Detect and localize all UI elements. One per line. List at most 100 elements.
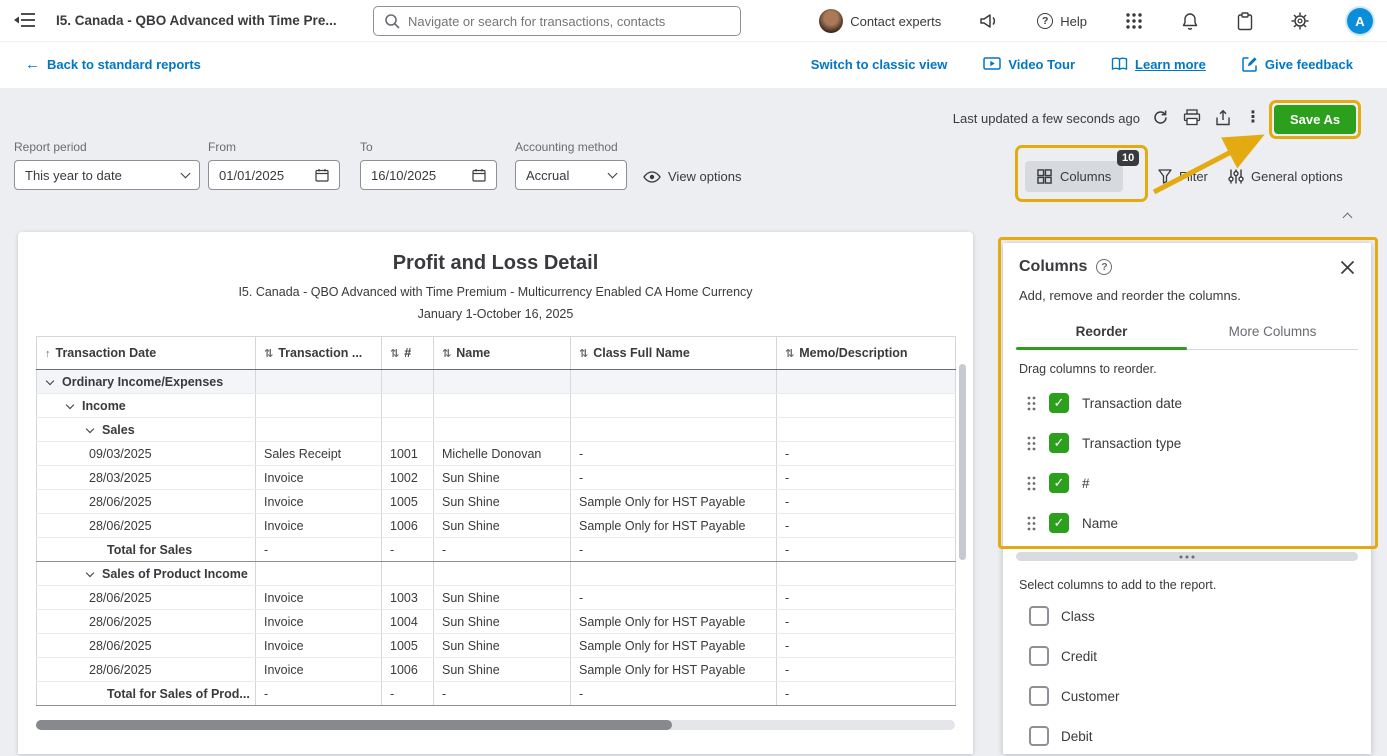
cell[interactable]: 28/06/2025 [37,658,256,682]
column-checkbox[interactable]: ✓ [1049,393,1069,413]
drag-handle-icon[interactable] [1027,396,1036,411]
accounting-method-label: Accounting method [515,140,627,154]
cell[interactable]: 28/06/2025 [37,586,256,610]
cell[interactable]: 28/06/2025 [37,610,256,634]
group-label-cell: Ordinary Income/Expenses [37,370,256,394]
switch-classic-view-link[interactable]: Switch to classic view [811,57,948,72]
cell [571,418,777,442]
collapse-group-chevron-icon[interactable] [86,568,94,576]
reorder-item[interactable]: ✓Transaction type [1003,423,1371,463]
announcements-icon[interactable] [979,12,999,30]
columns-button[interactable]: Columns [1025,161,1123,192]
accounting-method-dropdown[interactable]: Accrual [515,160,627,190]
menu-toggle-icon[interactable] [14,12,36,31]
notifications-icon[interactable] [1181,12,1199,31]
collapse-group-chevron-icon[interactable] [46,376,54,384]
drag-handle-icon[interactable] [1027,436,1036,451]
column-checkbox[interactable]: ✓ [1049,513,1069,533]
general-options-button[interactable]: General options [1228,169,1343,184]
contact-experts-button[interactable]: Contact experts [819,9,941,33]
drag-handle-icon[interactable] [1027,516,1036,531]
group-row: Sales of Product Income [37,562,956,586]
back-arrow-icon: ← [25,56,40,73]
cell: Invoice [256,466,382,490]
group-row: Ordinary Income/Expenses [37,370,956,394]
more-column-item[interactable]: Debit [1003,716,1371,756]
annotation-highlight-columns: Columns 10 [1015,145,1148,202]
user-avatar[interactable]: A [1347,8,1373,34]
column-checkbox[interactable]: ✓ [1049,433,1069,453]
horizontal-scrollbar-thumb[interactable] [36,720,672,730]
cell: Sun Shine [434,586,571,610]
collapse-options-chevron-icon[interactable] [1344,209,1351,224]
drag-handle-icon[interactable] [1027,476,1036,491]
tasks-icon[interactable] [1237,12,1253,31]
learn-more-icon [1111,57,1128,71]
calendar-icon[interactable] [472,168,486,182]
report-period-dropdown[interactable]: This year to date [14,160,200,190]
give-feedback-link[interactable]: Give feedback [1242,56,1353,72]
help-button[interactable]: ? Help [1037,13,1087,29]
save-as-button[interactable]: Save As [1274,105,1356,134]
more-column-item[interactable]: Class [1003,596,1371,636]
more-column-item[interactable]: Customer [1003,676,1371,716]
cell [434,562,571,586]
more-options-icon[interactable]: ⋮ [1245,107,1261,127]
cell[interactable]: 28/03/2025 [37,466,256,490]
horizontal-scrollbar-track[interactable] [36,720,955,730]
more-column-label: Customer [1061,689,1120,704]
from-date-input[interactable]: 01/01/2025 [208,160,340,190]
column-header[interactable]: ⇅# [382,337,434,370]
close-icon[interactable] [1340,260,1355,275]
calendar-icon[interactable] [315,168,329,182]
cell: - [571,466,777,490]
column-header[interactable]: ↑Transaction Date [37,337,256,370]
column-header[interactable]: ⇅Name [434,337,571,370]
panel-help-icon[interactable]: ? [1096,259,1112,275]
vertical-scrollbar[interactable] [959,364,966,560]
export-icon[interactable] [1215,109,1231,126]
reorder-item[interactable]: ✓Transaction date [1003,383,1371,423]
help-icon: ? [1037,13,1053,29]
column-checkbox[interactable] [1029,726,1049,746]
print-icon[interactable] [1183,109,1201,126]
refresh-icon[interactable] [1152,109,1169,126]
to-date-input[interactable]: 16/10/2025 [360,160,497,190]
reorder-item[interactable]: ✓Name [1003,503,1371,543]
report-period-label: Report period [14,140,200,154]
reorder-item[interactable]: ✓# [1003,463,1371,503]
search-icon [384,13,400,29]
company-title[interactable]: I5. Canada - QBO Advanced with Time Pre.… [56,13,337,28]
cell [434,418,571,442]
search-input[interactable] [408,14,730,29]
total-row: Total for Sales----- [37,538,956,562]
back-to-standard-reports-link[interactable]: ← Back to standard reports [25,56,201,73]
tab-more-columns[interactable]: More Columns [1187,316,1358,349]
cell: - [382,538,434,562]
cell: - [571,586,777,610]
column-header[interactable]: ⇅Memo/Description [777,337,956,370]
column-checkbox[interactable] [1029,686,1049,706]
more-column-item[interactable]: Credit [1003,636,1371,676]
view-options-button[interactable]: View options [643,169,741,184]
cell: - [777,586,956,610]
settings-icon[interactable] [1291,12,1309,30]
column-checkbox[interactable]: ✓ [1049,473,1069,493]
cell[interactable]: 28/06/2025 [37,490,256,514]
apps-icon[interactable] [1125,12,1143,30]
collapse-group-chevron-icon[interactable] [66,400,74,408]
tab-reorder[interactable]: Reorder [1016,316,1187,349]
column-header[interactable]: ⇅Class Full Name [571,337,777,370]
cell: - [382,682,434,706]
column-header[interactable]: ⇅Transaction ... [256,337,382,370]
cell[interactable]: 28/06/2025 [37,514,256,538]
collapse-group-chevron-icon[interactable] [86,424,94,432]
column-checkbox[interactable] [1029,646,1049,666]
filter-button[interactable]: Filter [1158,169,1208,184]
cell[interactable]: 28/06/2025 [37,634,256,658]
cell[interactable]: 09/03/2025 [37,442,256,466]
panel-scrollbar-divider[interactable] [1016,552,1358,561]
column-checkbox[interactable] [1029,606,1049,626]
video-tour-link[interactable]: Video Tour [983,57,1075,72]
learn-more-link[interactable]: Learn more [1111,57,1206,72]
